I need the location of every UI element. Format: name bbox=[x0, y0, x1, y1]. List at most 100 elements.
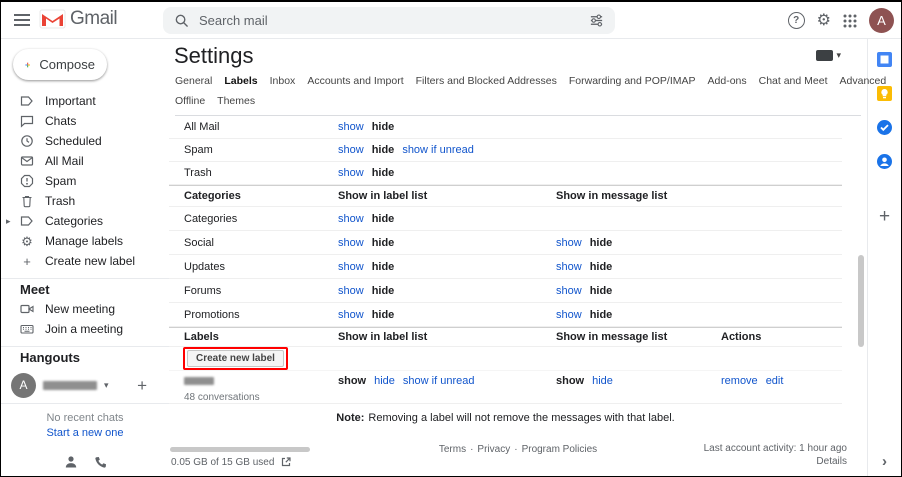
note-text: Removing a label will not remove the mes… bbox=[368, 412, 674, 424]
hide-side-panel-chevron-icon[interactable]: › bbox=[868, 454, 901, 469]
sidebar-item-chats[interactable]: Chats bbox=[1, 111, 169, 131]
show-link[interactable]: show bbox=[338, 167, 364, 179]
show-link[interactable]: show bbox=[556, 285, 582, 297]
show-state: show bbox=[338, 375, 366, 387]
tab-advanced[interactable]: Advanced bbox=[840, 75, 887, 87]
storage-text: 0.05 GB of 15 GB used bbox=[171, 457, 274, 468]
tab-offline[interactable]: Offline bbox=[175, 95, 205, 107]
create-label-row: Create new label bbox=[169, 347, 842, 371]
sidebar-item-create-new-label[interactable]: + Create new label bbox=[1, 251, 169, 271]
tab-labels[interactable]: Labels bbox=[224, 75, 257, 87]
sidebar: Compose Important Chats Scheduled All Ma… bbox=[1, 39, 169, 476]
start-new-chat-link[interactable]: Start a new one bbox=[1, 427, 169, 439]
sidebar-item-categories[interactable]: ▸ Categories bbox=[1, 211, 169, 231]
section-title: Categories bbox=[169, 190, 338, 202]
search-input[interactable] bbox=[199, 13, 579, 28]
person-status-icon[interactable] bbox=[63, 454, 79, 470]
new-conversation-plus-icon[interactable]: + bbox=[137, 377, 147, 394]
hangouts-user-row[interactable]: A ▾ + bbox=[1, 367, 169, 403]
hide-state: hide bbox=[372, 261, 395, 273]
row-name: Categories bbox=[169, 213, 338, 225]
tab-general[interactable]: General bbox=[175, 75, 212, 87]
sidebar-item-scheduled[interactable]: Scheduled bbox=[1, 131, 169, 151]
table-row-social: Social showhide showhide bbox=[169, 231, 842, 255]
sidebar-divider bbox=[1, 403, 169, 404]
keep-icon[interactable] bbox=[876, 85, 893, 102]
search-icon[interactable] bbox=[174, 13, 189, 28]
hide-state: hide bbox=[372, 121, 395, 133]
show-link[interactable]: show bbox=[338, 144, 364, 156]
profile-avatar[interactable]: A bbox=[869, 8, 894, 33]
show-if-unread-link[interactable]: show if unread bbox=[403, 375, 475, 387]
search-options-icon[interactable] bbox=[589, 13, 604, 28]
hangouts-avatar: A bbox=[11, 373, 36, 398]
vertical-scrollbar[interactable] bbox=[858, 255, 864, 347]
labels-section-header: Labels Show in label list Show in messag… bbox=[169, 327, 842, 347]
remove-link[interactable]: remove bbox=[721, 375, 758, 387]
show-link[interactable]: show bbox=[338, 121, 364, 133]
apps-grid-icon[interactable] bbox=[843, 14, 857, 28]
details-link[interactable]: Details bbox=[816, 456, 847, 467]
separator-dot: · bbox=[514, 444, 517, 455]
sidebar-item-trash[interactable]: Trash bbox=[1, 191, 169, 211]
sidebar-item-important[interactable]: Important bbox=[1, 91, 169, 111]
row-name: Promotions bbox=[169, 309, 338, 321]
help-icon[interactable]: ? bbox=[788, 12, 805, 29]
hide-link[interactable]: hide bbox=[592, 375, 613, 387]
phone-icon[interactable] bbox=[93, 455, 108, 470]
tab-themes[interactable]: Themes bbox=[217, 95, 255, 107]
tab-accounts-and-import[interactable]: Accounts and Import bbox=[307, 75, 403, 87]
show-link[interactable]: show bbox=[338, 261, 364, 273]
terms-link[interactable]: Terms bbox=[439, 444, 466, 455]
sidebar-item-join-meeting[interactable]: Join a meeting bbox=[1, 319, 169, 339]
redacted-user-name bbox=[43, 381, 97, 390]
manage-labels-gear-icon: ⚙ bbox=[20, 235, 34, 248]
hide-state: hide bbox=[590, 285, 613, 297]
calendar-icon[interactable] bbox=[876, 51, 893, 68]
show-link[interactable]: show bbox=[338, 213, 364, 225]
header-dropdown[interactable]: ▾ bbox=[816, 50, 841, 61]
get-addons-plus-icon[interactable]: + bbox=[879, 207, 890, 226]
edit-link[interactable]: edit bbox=[766, 375, 784, 387]
column-header-message-list: Show in message list bbox=[556, 331, 721, 343]
hide-link[interactable]: hide bbox=[374, 375, 395, 387]
tab-filters-and-blocked-addresses[interactable]: Filters and Blocked Addresses bbox=[416, 75, 557, 87]
table-row-spam: Spam showhideshow if unread bbox=[169, 139, 842, 162]
show-link[interactable]: show bbox=[556, 309, 582, 321]
categories-tag-icon bbox=[20, 214, 34, 228]
sidebar-item-new-meeting[interactable]: New meeting bbox=[1, 299, 169, 319]
tab-add-ons[interactable]: Add-ons bbox=[708, 75, 747, 87]
settings-main: Settings ▾ General Labels Inbox Accounts… bbox=[169, 39, 867, 476]
search-bar[interactable] bbox=[163, 7, 615, 34]
contacts-icon[interactable] bbox=[876, 153, 893, 170]
hamburger-menu-icon[interactable] bbox=[14, 14, 30, 26]
user-label-row: 48 conversations showhideshow if unread … bbox=[169, 371, 842, 404]
sidebar-item-manage-labels[interactable]: ⚙ Manage labels bbox=[1, 231, 169, 251]
create-new-label-button[interactable]: Create new label bbox=[187, 350, 284, 367]
caret-down-icon: ▾ bbox=[836, 51, 841, 60]
settings-gear-icon[interactable]: ⚙ bbox=[817, 13, 831, 29]
show-if-unread-link[interactable]: show if unread bbox=[402, 144, 474, 156]
tab-forwarding-and-pop-imap[interactable]: Forwarding and POP/IMAP bbox=[569, 75, 696, 87]
column-header-label-list: Show in label list bbox=[338, 331, 556, 343]
tab-inbox[interactable]: Inbox bbox=[270, 75, 296, 87]
header: Gmail ? ⚙ A bbox=[1, 2, 901, 39]
tasks-icon[interactable] bbox=[876, 119, 893, 136]
keyboard-icon bbox=[20, 322, 34, 336]
compose-label: Compose bbox=[39, 57, 95, 72]
sidebar-item-all-mail[interactable]: All Mail bbox=[1, 151, 169, 171]
show-link[interactable]: show bbox=[556, 237, 582, 249]
show-link[interactable]: show bbox=[338, 309, 364, 321]
show-link[interactable]: show bbox=[338, 285, 364, 297]
open-in-new-icon[interactable] bbox=[280, 456, 292, 468]
sidebar-item-label: Scheduled bbox=[45, 134, 102, 148]
tab-chat-and-meet[interactable]: Chat and Meet bbox=[759, 75, 828, 87]
hide-state: hide bbox=[372, 309, 395, 321]
sidebar-item-spam[interactable]: Spam bbox=[1, 171, 169, 191]
show-link[interactable]: show bbox=[556, 261, 582, 273]
compose-button[interactable]: Compose bbox=[13, 49, 107, 80]
privacy-link[interactable]: Privacy bbox=[477, 444, 510, 455]
program-policies-link[interactable]: Program Policies bbox=[522, 444, 598, 455]
show-link[interactable]: show bbox=[338, 237, 364, 249]
expander-arrow-icon[interactable]: ▸ bbox=[6, 216, 11, 227]
